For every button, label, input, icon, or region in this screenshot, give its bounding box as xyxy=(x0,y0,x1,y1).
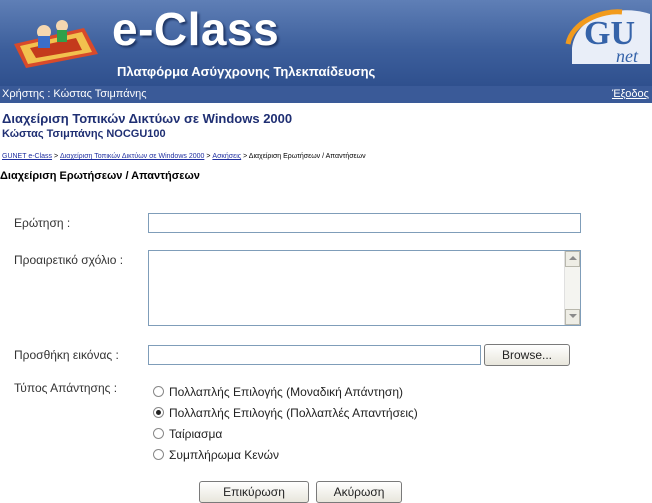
platform-subtitle-bar: Πλατφόρμα Ασύγχρονης Τηλεκπαίδευσης xyxy=(0,62,652,82)
comment-label: Προαιρετικό σχόλιο : xyxy=(14,253,124,267)
breadcrumb-separator: > xyxy=(206,153,211,160)
question-input[interactable] xyxy=(148,213,581,233)
answer-type-option-label: Πολλαπλής Επιλογής (Πολλαπλές Απαντήσεις… xyxy=(169,406,418,420)
answer-type-label: Τύπος Απάντησης : xyxy=(14,381,118,395)
logout-link[interactable]: Έξοδος xyxy=(612,88,649,100)
course-instructor: Κώστας Τσιμπάνης NOCGU100 xyxy=(2,128,166,140)
breadcrumb-current: Διαχείριση Ερωτήσεων / Απαντήσεων xyxy=(248,153,366,160)
page-title: Διαχείριση Ερωτήσεων / Απαντήσεων xyxy=(0,170,200,182)
breadcrumb: GUNET e-Class > Διαχείριση Τοπικών Δικτύ… xyxy=(2,153,366,160)
radio-button-checked[interactable] xyxy=(153,407,164,418)
submit-button[interactable]: Επικύρωση xyxy=(199,481,309,503)
user-bar: Χρήστης : Κώστας Τσιμπάνης Έξοδος xyxy=(0,86,652,103)
header-banner: e-Class Πλατφόρμα Ασύγχρονης Τηλεκπαίδευ… xyxy=(0,0,652,88)
image-label: Προσθήκη εικόνας : xyxy=(14,348,119,362)
breadcrumb-home[interactable]: GUNET e-Class xyxy=(2,153,52,160)
scroll-up-icon[interactable] xyxy=(565,251,580,267)
breadcrumb-separator: > xyxy=(243,153,248,160)
browse-button[interactable]: Browse... xyxy=(484,344,570,366)
answer-type-option-label: Πολλαπλής Επιλογής (Μοναδική Απάντηση) xyxy=(169,385,404,399)
scroll-down-icon[interactable] xyxy=(565,309,580,325)
answer-type-option-label: Συμπλήρωμα Κενών xyxy=(169,448,279,462)
radio-button[interactable] xyxy=(153,428,164,439)
eclass-logo-text: e-Class xyxy=(112,3,280,55)
comment-scrollbar[interactable] xyxy=(564,251,580,325)
radio-button[interactable] xyxy=(153,386,164,397)
image-file-input[interactable] xyxy=(148,345,481,365)
platform-subtitle: Πλατφόρμα Ασύγχρονης Τηλεκπαίδευσης xyxy=(117,64,376,79)
breadcrumb-exercises[interactable]: Ασκήσεις xyxy=(212,153,241,160)
breadcrumb-course[interactable]: Διαχείριση Τοπικών Δικτύων σε Windows 20… xyxy=(60,153,204,160)
radio-button[interactable] xyxy=(153,449,164,460)
current-user: Χρήστης : Κώστας Τσιμπάνης xyxy=(2,88,147,100)
answer-type-option-label: Ταίριασμα xyxy=(169,427,223,441)
gunet-logo-secondary: net xyxy=(616,46,639,66)
comment-textarea[interactable] xyxy=(148,250,581,326)
question-label: Ερώτηση : xyxy=(14,216,71,230)
cancel-button[interactable]: Ακύρωση xyxy=(316,481,402,503)
gunet-logo: GU net xyxy=(565,9,650,66)
course-title: Διαχείριση Τοπικών Δικτύων σε Windows 20… xyxy=(2,111,293,126)
breadcrumb-separator: > xyxy=(54,153,59,160)
